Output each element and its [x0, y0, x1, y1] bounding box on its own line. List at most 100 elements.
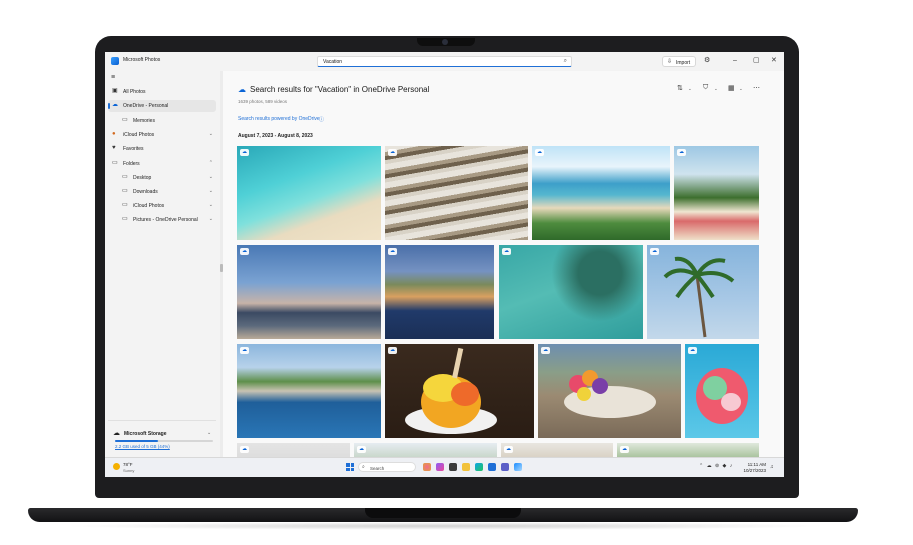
sort-icon[interactable]: ⇅	[677, 84, 683, 92]
screen: Microsoft Photos Vacation ⌕ ⇩ Import ⚙ –…	[105, 52, 784, 477]
sidebar-item-favorites[interactable]: ♥ Favorites	[108, 143, 216, 155]
cloud-badge-icon: ☁	[677, 149, 686, 156]
sidebar-item-all-photos[interactable]: ▣ All Photos	[108, 86, 216, 98]
photo-tile[interactable]: ☁	[538, 344, 681, 438]
hamburger-menu-icon[interactable]: ≡	[111, 74, 115, 81]
taskbar-search-label: Search	[370, 465, 385, 471]
camera-icon	[442, 39, 448, 45]
photos-app-taskbar-icon[interactable]	[514, 463, 522, 471]
photo-tile[interactable]: ☁	[237, 146, 381, 240]
minimize-icon[interactable]: –	[733, 56, 737, 66]
cloud-badge-icon: ☁	[504, 446, 513, 453]
sidebar: ≡ ▣ All Photos ☁ OneDrive - Personal ▭ M…	[105, 71, 220, 457]
sidebar-item-desktop[interactable]: ▭ Desktop ⌄	[108, 172, 216, 184]
photo-tile[interactable]: ☁	[647, 245, 759, 339]
folder-icon: ▭	[112, 160, 118, 166]
chevron-down-icon[interactable]: ⌄	[209, 131, 213, 137]
camera-notch	[417, 38, 475, 46]
sidebar-item-folders[interactable]: ▭ Folders ⌃	[108, 158, 216, 170]
info-icon[interactable]: ⓘ	[319, 116, 324, 123]
import-button[interactable]: ⇩ Import	[662, 56, 696, 67]
file-explorer-icon[interactable]	[462, 463, 470, 471]
photo-tile[interactable]: ☁	[385, 146, 528, 240]
photo-tile[interactable]: ☁	[354, 443, 497, 457]
cloud-badge-icon: ☁	[502, 248, 511, 255]
storage-usage-link[interactable]: 2.2 GB used of 5 GB (44%)	[115, 444, 170, 449]
chevron-down-icon[interactable]: ⌄	[739, 86, 743, 92]
folder-icon: ▭	[122, 188, 128, 194]
result-count: 1639 photos, 589 videos	[238, 99, 288, 104]
photo-tile[interactable]: ☁	[385, 344, 534, 438]
photo-tile[interactable]: ☁	[237, 344, 381, 438]
photo-tile[interactable]: ☁	[532, 146, 670, 240]
chevron-down-icon[interactable]: ⌄	[209, 202, 213, 208]
storage-progress-bar	[115, 440, 213, 442]
search-input[interactable]: Vacation ⌕	[317, 56, 572, 67]
sidebar-item-label: Downloads	[133, 189, 158, 195]
sidebar-item-label: Folders	[123, 161, 140, 167]
maximize-icon[interactable]: ▢	[753, 56, 760, 66]
shave-ice-cup-illustration	[696, 368, 748, 424]
folder-icon: ▭	[122, 174, 128, 180]
chevron-down-icon[interactable]: ⌄	[209, 174, 213, 180]
sidebar-item-onedrive-personal[interactable]: ☁ OneDrive - Personal	[108, 100, 216, 112]
photos-icon: ▣	[112, 88, 118, 94]
weather-temperature[interactable]: 78°F	[123, 462, 133, 467]
folder-icon: ▭	[122, 216, 128, 222]
chevron-up-icon[interactable]: ⌃	[209, 160, 213, 166]
sidebar-item-pictures-onedrive[interactable]: ▭ Pictures - OneDrive Personal ⌄	[108, 214, 216, 226]
photo-tile[interactable]: ☁	[617, 443, 759, 457]
clock-date[interactable]: 10/27/2023	[738, 468, 766, 473]
system-tray-icons[interactable]: ⌃ ☁ ⊚ ◆ ♪	[699, 463, 733, 469]
onedrive-cloud-icon: ☁	[238, 85, 246, 94]
task-view-icon[interactable]	[449, 463, 457, 471]
photo-tile[interactable]: ☁	[674, 146, 759, 240]
photo-tile[interactable]: ☁	[237, 245, 381, 339]
photo-tile[interactable]: ☁	[501, 443, 613, 457]
weather-condition[interactable]: Sunny	[123, 468, 134, 473]
chevron-down-icon[interactable]: ⌄	[209, 188, 213, 194]
store-icon[interactable]	[488, 463, 496, 471]
sidebar-item-memories[interactable]: ▭ Memories	[108, 115, 216, 127]
onedrive-cloud-icon: ☁	[112, 102, 118, 108]
chevron-down-icon[interactable]: ⌄	[714, 86, 718, 92]
sidebar-item-label: OneDrive - Personal	[123, 103, 169, 109]
dog-illustration	[564, 370, 656, 418]
chevron-down-icon[interactable]: ⌄	[207, 430, 211, 436]
palm-tree-illustration	[663, 256, 735, 338]
photo-tile[interactable]: ☁	[385, 245, 494, 339]
search-icon[interactable]: ⌕	[564, 58, 567, 65]
title-bar: Microsoft Photos Vacation ⌕ ⇩ Import ⚙ –…	[105, 52, 784, 71]
memories-icon: ▭	[122, 117, 128, 123]
photo-tile[interactable]: ☁	[499, 245, 643, 339]
shave-ice-illustration	[405, 347, 497, 434]
taskbar: 78°F Sunny ⌕ Search ⌃ ☁ ⊚ ◆ ♪ 11:11 AM 1…	[105, 457, 784, 477]
taskbar-app-icon[interactable]	[423, 463, 431, 471]
sidebar-item-downloads[interactable]: ▭ Downloads ⌄	[108, 186, 216, 198]
settings-gear-icon[interactable]: ⚙	[704, 56, 710, 66]
notification-bell-icon[interactable]: ♫	[770, 464, 774, 470]
weather-sun-icon[interactable]	[113, 463, 120, 470]
photo-tile[interactable]: ☁	[237, 443, 350, 457]
sidebar-item-icloud-photos[interactable]: ● iCloud Photos ⌄	[108, 129, 216, 141]
storage-progress-fill	[115, 440, 159, 442]
powered-by-link[interactable]: Search results powered by OneDrive	[238, 116, 320, 122]
chevron-down-icon[interactable]: ⌄	[209, 216, 213, 222]
edge-icon[interactable]	[475, 463, 483, 471]
view-layout-icon[interactable]: ▦	[728, 84, 735, 92]
photo-tile[interactable]: ☁	[685, 344, 759, 438]
chevron-down-icon[interactable]: ⌄	[688, 86, 692, 92]
teams-icon[interactable]	[501, 463, 509, 471]
taskbar-search[interactable]: ⌕ Search	[358, 462, 416, 472]
close-icon[interactable]: ✕	[771, 56, 777, 66]
start-button[interactable]	[346, 463, 354, 471]
photos-app-icon	[111, 57, 119, 65]
sidebar-item-label: iCloud Photos	[123, 132, 155, 138]
more-options-icon[interactable]: ⋯	[753, 84, 760, 92]
clock-time[interactable]: 11:11 AM	[744, 462, 766, 467]
copilot-icon[interactable]	[436, 463, 444, 471]
cloud-badge-icon: ☁	[388, 248, 397, 255]
filter-icon[interactable]: ⛉	[703, 84, 708, 92]
sidebar-item-icloud-photos-folder[interactable]: ▭ iCloud Photos ⌄	[108, 200, 216, 212]
sidebar-item-label: Memories	[133, 118, 155, 124]
